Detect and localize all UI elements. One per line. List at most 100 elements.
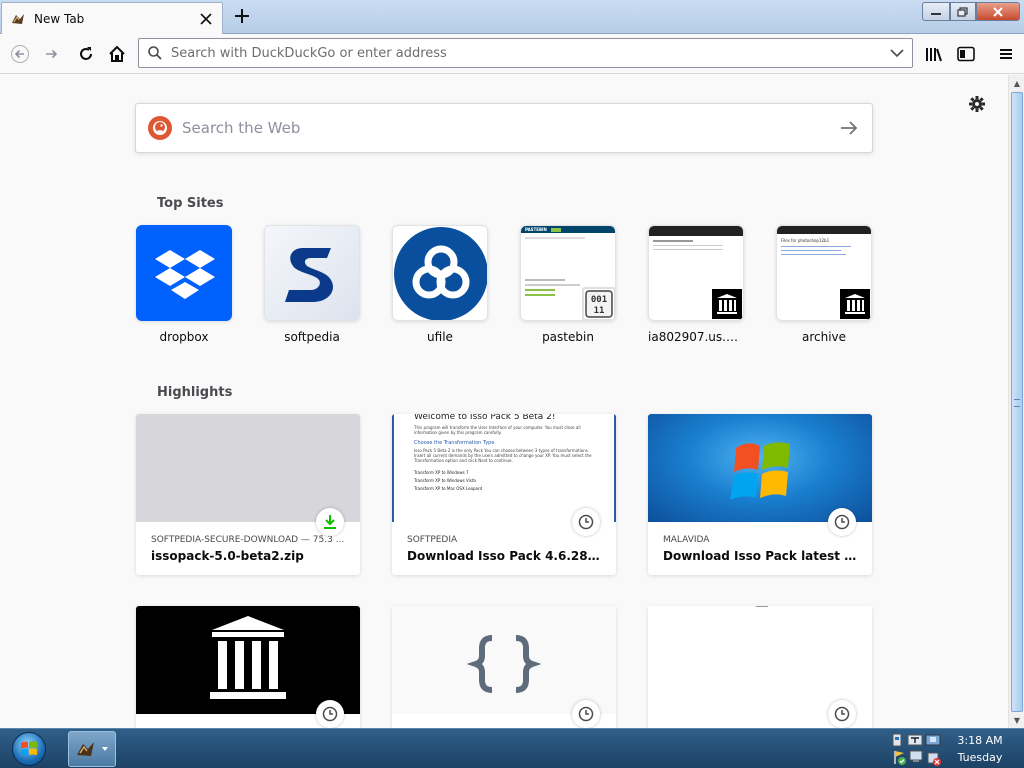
highlight-thumbnail: Welcome to Isso Pack 5 Beta 2! This prog… <box>392 414 616 522</box>
top-site-softpedia[interactable]: softpedia <box>264 225 360 344</box>
sidebar-button[interactable] <box>952 40 980 68</box>
svg-text:001: 001 <box>591 295 607 305</box>
close-window-button[interactable] <box>976 2 1020 21</box>
url-bar[interactable] <box>138 38 913 68</box>
taskbar-browser-app[interactable] <box>68 731 116 767</box>
top-site-ufile[interactable]: ufile <box>392 225 488 344</box>
visited-badge <box>572 700 600 728</box>
back-arrow-icon <box>11 45 29 63</box>
window-controls <box>922 2 1020 21</box>
top-site-dropbox[interactable]: dropbox <box>136 225 232 344</box>
highlight-card[interactable]: Welcome to Isso Pack 5 Beta 2! This prog… <box>392 414 616 575</box>
restore-icon <box>957 6 968 17</box>
highlight-thumbnail <box>648 414 872 522</box>
library-button[interactable] <box>920 40 948 68</box>
gear-icon[interactable] <box>968 95 986 113</box>
thumb-option: Transform XP to Windows Vista <box>414 478 476 483</box>
arrow-right-icon <box>841 121 858 135</box>
top-site-archive[interactable]: Files for photoshop12b1 archive <box>776 225 872 344</box>
highlight-source: SOFTPEDIA-SECURE-DOWNLOAD — 75.3 ... <box>151 535 345 545</box>
highlight-source: MALAVIDA <box>663 535 710 545</box>
maximize-button[interactable] <box>950 2 976 21</box>
top-site-label: dropbox <box>159 330 209 344</box>
keyboard-language-icon[interactable] <box>907 734 923 746</box>
chevron-down-icon <box>102 747 108 751</box>
thumb-choose-title: Choose the Transformation Type <box>414 440 495 446</box>
ufile-logo-icon <box>394 227 487 320</box>
menu-button[interactable] <box>992 40 1020 68</box>
close-tab-icon[interactable] <box>198 11 214 27</box>
archive-tile[interactable]: Files for photoshop12b1 <box>776 225 872 321</box>
pastebin-thumb-title: PASTEBIN <box>525 227 547 232</box>
archive-logo-icon <box>210 616 286 699</box>
archive2-thumb-title: Files for photoshop12b1 <box>781 238 830 243</box>
usb-device-icon[interactable] <box>892 733 902 747</box>
system-clock[interactable]: 3:18 AM Tuesday <box>950 732 1010 766</box>
softpedia-logo-icon <box>285 248 333 302</box>
web-search-input[interactable] <box>182 119 838 137</box>
volume-icon[interactable] <box>927 752 941 766</box>
scroll-down-arrow-icon[interactable]: ▼ <box>1009 712 1024 728</box>
pastebin-tile[interactable]: PASTEBIN 001 11 <box>520 225 616 321</box>
thumb-welcome-title: Welcome to Isso Pack 5 Beta 2! <box>414 414 556 422</box>
top-sites-heading: Top Sites <box>157 196 224 211</box>
dropbox-logo-icon <box>155 250 215 299</box>
code-braces-icon <box>466 635 542 693</box>
reload-button[interactable] <box>72 40 100 68</box>
tab-new-tab[interactable]: New Tab <box>1 2 223 34</box>
top-site-pastebin[interactable]: PASTEBIN 001 11 pastebin <box>520 225 616 344</box>
forward-button[interactable] <box>38 40 66 68</box>
search-icon <box>148 46 162 60</box>
highlight-card[interactable] <box>136 606 360 728</box>
clock-icon <box>578 514 594 530</box>
highlight-card[interactable] <box>648 606 872 728</box>
tab-strip: New Tab <box>0 0 1024 34</box>
ufile-tile[interactable] <box>392 225 488 321</box>
chevron-down-icon[interactable] <box>890 48 904 58</box>
clock-icon <box>834 514 850 530</box>
windows-start-orb-icon <box>12 732 46 766</box>
top-site-label: ia802907.us.arch... <box>648 330 744 344</box>
thumb-choose-text: Isso Pack 5 Beta 2 is the only Pack You … <box>414 448 592 463</box>
top-site-label: softpedia <box>284 330 340 344</box>
highlight-card[interactable]: SOFTPEDIA-SECURE-DOWNLOAD — 75.3 ... iss… <box>136 414 360 575</box>
home-button[interactable] <box>103 40 131 68</box>
highlights-heading: Highlights <box>157 385 233 400</box>
windows-taskbar: 3:18 AM Tuesday <box>0 728 1024 768</box>
binary-file-icon: 001 11 <box>582 287 615 320</box>
web-search-box[interactable] <box>135 103 873 153</box>
library-icon <box>926 48 942 62</box>
address-input[interactable] <box>171 45 890 61</box>
highlight-card[interactable] <box>392 606 616 728</box>
navigation-toolbar <box>0 34 1024 74</box>
highlight-thumbnail <box>648 606 872 714</box>
windows-logo-icon <box>730 442 790 500</box>
ia802907-tile[interactable] <box>648 225 744 321</box>
start-button[interactable] <box>6 730 52 768</box>
network-icon[interactable] <box>925 734 941 746</box>
back-button[interactable] <box>6 40 34 68</box>
new-tab-button[interactable] <box>230 4 254 28</box>
archive2-thumb-body: Files for photoshop12b1 <box>777 234 871 259</box>
softpedia-tile[interactable] <box>264 225 360 321</box>
dropbox-tile[interactable] <box>136 225 232 321</box>
search-go-button[interactable] <box>838 117 860 139</box>
highlight-title: Download Isso Pack 4.6.2808.15... <box>407 549 601 563</box>
vertical-scrollbar[interactable]: ▲ ▼ <box>1008 75 1024 728</box>
minimize-button[interactable] <box>922 2 950 21</box>
top-site-ia802907[interactable]: ia802907.us.arch... <box>648 225 744 344</box>
thumb-welcome-text: This program will transform the User Int… <box>414 425 581 435</box>
archive-thumb-header <box>649 226 743 236</box>
action-center-flag-icon[interactable] <box>894 751 906 765</box>
hamburger-menu-icon <box>1000 49 1012 59</box>
archive-logo-icon <box>838 287 871 320</box>
scroll-up-arrow-icon[interactable]: ▲ <box>1009 75 1024 91</box>
scrollbar-thumb[interactable] <box>1011 92 1023 712</box>
visited-badge <box>828 508 856 536</box>
display-icon[interactable] <box>909 750 923 762</box>
highlight-thumbnail <box>392 606 616 714</box>
thumb-option: Transform XP to Mac OSX Leopard <box>414 486 483 491</box>
pastebin-thumb-header: PASTEBIN <box>521 226 615 233</box>
reload-icon <box>80 47 92 60</box>
highlight-card[interactable]: MALAVIDA Download Isso Pack latest versi… <box>648 414 872 575</box>
